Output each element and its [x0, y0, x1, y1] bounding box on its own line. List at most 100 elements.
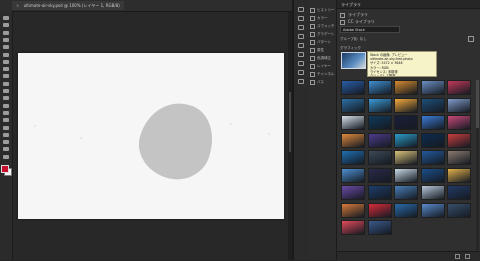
brush-settings-icon[interactable]	[297, 24, 305, 31]
close-tab-icon[interactable]: ×	[16, 3, 19, 8]
type-tool-icon[interactable]	[2, 125, 10, 131]
stock-thumbnail[interactable]	[447, 97, 471, 113]
stock-thumbnail[interactable]	[341, 132, 365, 148]
stock-thumbnail[interactable]	[447, 167, 471, 183]
panel-row-cc-libraries[interactable]: CC ライブラリ	[340, 18, 375, 25]
stock-thumbnail[interactable]	[447, 150, 471, 165]
stock-thumbnail[interactable]	[367, 185, 392, 200]
stock-thumbnail[interactable]	[341, 220, 365, 235]
stock-thumbnail[interactable]	[447, 80, 471, 95]
collapsed-panel-item[interactable]: レイヤー	[310, 62, 335, 70]
stock-thumbnail[interactable]	[447, 185, 471, 200]
quick-select-tool-icon[interactable]	[2, 37, 10, 43]
grid-view-icon[interactable]	[468, 36, 474, 42]
glyphs-icon[interactable]	[297, 51, 305, 58]
properties-icon[interactable]	[297, 78, 305, 85]
panel-icon	[310, 15, 315, 21]
dodge-tool-icon[interactable]	[2, 110, 10, 116]
stock-thumbnail[interactable]	[367, 80, 392, 95]
scrollbar-thumb[interactable]	[289, 92, 291, 152]
marquee-tool-icon[interactable]	[2, 22, 10, 28]
adjustments-icon[interactable]	[297, 69, 305, 76]
add-content-icon[interactable]	[455, 254, 460, 259]
stock-thumbnail[interactable]	[394, 185, 418, 200]
crop-tool-icon[interactable]	[2, 44, 10, 50]
pen-tool-icon[interactable]	[2, 117, 10, 123]
stock-thumbnail[interactable]	[420, 80, 445, 95]
stock-thumbnail[interactable]	[367, 115, 392, 130]
eraser-tool-icon[interactable]	[2, 88, 10, 94]
collapsed-panel-item[interactable]: パターン	[310, 38, 335, 46]
history-brush-tool-icon[interactable]	[2, 81, 10, 87]
zoom-tool-icon[interactable]	[2, 154, 10, 160]
collapsed-panel-item[interactable]: パス	[310, 78, 335, 86]
stock-thumbnail[interactable]	[447, 132, 471, 148]
rectangle-tool-icon[interactable]	[2, 139, 10, 145]
collapsed-panel-item[interactable]: 色調補正	[310, 54, 335, 62]
collapsed-panel-item[interactable]: スウォッチ	[310, 22, 335, 30]
stock-thumbnail[interactable]	[420, 115, 445, 130]
stock-thumbnail[interactable]	[367, 132, 392, 148]
panel-row-libraries[interactable]: ライブラリ	[340, 11, 368, 18]
hand-tool-icon[interactable]	[2, 146, 10, 152]
foreground-color-swatch[interactable]	[1, 165, 9, 173]
stock-thumbnail[interactable]	[367, 202, 392, 218]
collapsed-panel-item[interactable]: 属性	[310, 46, 335, 54]
stock-thumbnail[interactable]	[367, 167, 392, 183]
stock-thumbnail[interactable]	[420, 132, 445, 148]
stock-thumbnail[interactable]	[394, 97, 418, 113]
stock-thumbnail[interactable]	[447, 202, 471, 218]
stock-thumbnail[interactable]	[420, 150, 445, 165]
paragraph-icon[interactable]	[297, 42, 305, 49]
history-icon[interactable]	[297, 6, 305, 13]
stock-thumbnail[interactable]	[367, 220, 392, 235]
color-icon[interactable]	[297, 60, 305, 67]
stock-thumbnail[interactable]	[394, 150, 418, 165]
stock-thumbnail[interactable]	[420, 185, 445, 200]
stock-thumbnail[interactable]	[420, 97, 445, 113]
stock-thumbnail[interactable]	[341, 80, 365, 95]
healing-brush-tool-icon[interactable]	[2, 59, 10, 65]
move-tool-icon[interactable]	[2, 15, 10, 21]
stock-thumbnail[interactable]	[341, 97, 365, 113]
stock-thumbnail[interactable]	[341, 167, 365, 183]
character-icon[interactable]	[297, 33, 305, 40]
collapsed-panel-item[interactable]: グラデーション	[310, 30, 335, 38]
color-swatches[interactable]	[1, 165, 12, 176]
collapsed-panel-item[interactable]: チャンネル	[310, 70, 335, 78]
selected-stock-thumbnail[interactable]	[341, 52, 366, 69]
stock-thumbnail[interactable]	[341, 185, 365, 200]
collapsed-panel-item[interactable]: カラー	[310, 14, 335, 22]
library-scrollbar-thumb[interactable]	[476, 80, 479, 128]
libraries-tab[interactable]: ライブラリ	[337, 0, 480, 9]
stock-thumbnail[interactable]	[420, 167, 445, 183]
stock-thumbnail[interactable]	[394, 115, 418, 130]
stock-search-input[interactable]: Adobe Stock	[340, 26, 400, 33]
stock-thumbnail[interactable]	[394, 80, 418, 95]
stock-thumbnail[interactable]	[420, 202, 445, 218]
stock-thumbnail[interactable]	[367, 97, 392, 113]
eyedropper-tool-icon[interactable]	[2, 52, 10, 58]
collapsed-panel-item[interactable]: ヒストリー	[310, 6, 335, 14]
delete-icon[interactable]	[465, 254, 470, 259]
collapsed-panel-label: 属性	[317, 48, 324, 52]
document-tab[interactable]: × ultimate-air-sky.psd @ 100% (レイヤー 1, R…	[12, 1, 124, 10]
actions-icon[interactable]	[297, 15, 305, 22]
library-group-dropdown[interactable]: グループ化: なし	[340, 36, 460, 42]
stock-thumbnail[interactable]	[394, 202, 418, 218]
stock-thumbnail[interactable]	[341, 150, 365, 165]
gradient-tool-icon[interactable]	[2, 95, 10, 101]
library-scrollbar[interactable]	[476, 80, 479, 250]
document-canvas[interactable]	[18, 53, 284, 219]
lasso-tool-icon[interactable]	[2, 30, 10, 36]
blur-tool-icon[interactable]	[2, 103, 10, 109]
stock-thumbnail[interactable]	[367, 150, 392, 165]
stock-thumbnail[interactable]	[394, 132, 418, 148]
clone-stamp-tool-icon[interactable]	[2, 73, 10, 79]
stock-thumbnail[interactable]	[341, 115, 365, 130]
brush-tool-icon[interactable]	[2, 66, 10, 72]
stock-thumbnail[interactable]	[394, 167, 418, 183]
path-select-tool-icon[interactable]	[2, 132, 10, 138]
stock-thumbnail[interactable]	[447, 115, 471, 130]
stock-thumbnail[interactable]	[341, 202, 365, 218]
